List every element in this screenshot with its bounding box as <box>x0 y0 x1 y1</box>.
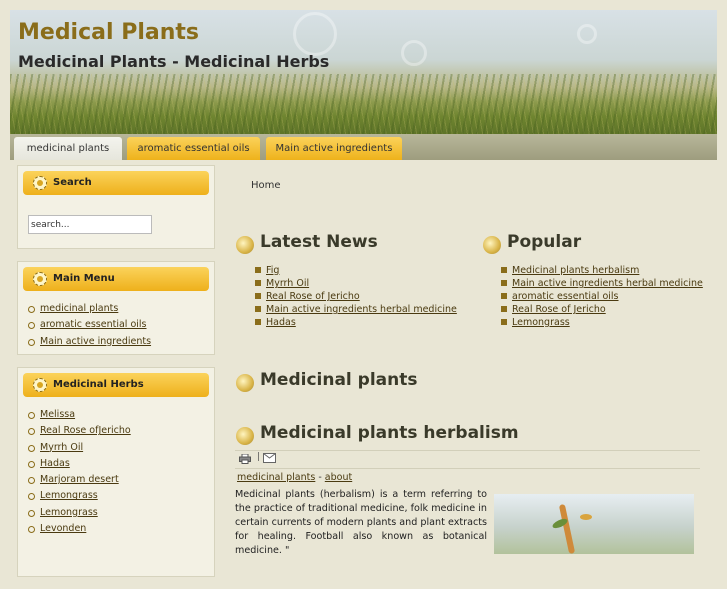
tab-medicinal-plants[interactable]: medicinal plants <box>14 137 122 160</box>
article-heading: Medicinal plants herbalism <box>234 423 519 445</box>
tab-main-active-ingredients[interactable]: Main active ingredients <box>266 137 402 160</box>
list-item: Medicinal plants herbalism <box>500 264 703 277</box>
herb-link[interactable]: Hadas <box>40 458 70 469</box>
list-item: Real Rose of Jericho <box>254 290 457 303</box>
top-navigation: medicinal plants aromatic essential oils… <box>10 134 717 160</box>
menu-link-aromatic-essential-oils[interactable]: aromatic essential oils <box>40 319 147 330</box>
decorative-circle <box>401 40 427 66</box>
breadcrumb: Home <box>251 180 281 191</box>
herb-link[interactable]: Real Rose ofJericho <box>40 425 131 436</box>
search-module-title: Search <box>23 171 209 195</box>
herb-link[interactable]: Lemongrass <box>40 507 98 518</box>
email-icon[interactable] <box>263 453 276 463</box>
section-title[interactable]: Medicinal plants <box>260 370 417 390</box>
popular-heading: Popular <box>481 232 582 254</box>
popular-list: Medicinal plants herbalism Main active i… <box>500 264 703 329</box>
meta-separator: - <box>315 472 325 483</box>
tab-aromatic-essential-oils[interactable]: aromatic essential oils <box>127 137 260 160</box>
main-menu-module: Main Menu medicinal plants aromatic esse… <box>17 261 215 355</box>
news-link[interactable]: Hadas <box>266 317 296 328</box>
article-meta: medicinal plants - about <box>237 472 352 483</box>
popular-title: Popular <box>507 232 582 252</box>
article-image <box>494 494 694 554</box>
plant-stem-shape <box>558 503 576 554</box>
popular-link[interactable]: Real Rose of Jericho <box>512 304 606 315</box>
article-body: Medicinal plants (herbalism) is a term r… <box>235 489 487 556</box>
list-item: Real Rose of Jericho <box>500 303 703 316</box>
list-item: Lemongrass <box>500 316 703 329</box>
main-menu-list: medicinal plants aromatic essential oils… <box>18 301 214 350</box>
print-icon[interactable] <box>239 454 251 464</box>
herb-link[interactable]: Marjoram desert <box>40 474 119 485</box>
site-header: Medical Plants Medicinal Plants - Medici… <box>10 10 717 134</box>
pebble-icon <box>483 236 501 254</box>
medicinal-herbs-title: Medicinal Herbs <box>23 373 209 397</box>
popular-link[interactable]: Main active ingredients herbal medicine <box>512 278 703 289</box>
site-slogan: Medicinal Plants - Medicinal Herbs <box>18 52 330 71</box>
list-item: medicinal plants <box>28 301 214 317</box>
news-link[interactable]: Real Rose of Jericho <box>266 291 360 302</box>
list-item: Myrrh Oil <box>254 277 457 290</box>
list-item: Main active ingredients herbal medicine <box>500 277 703 290</box>
latest-news-heading: Latest News <box>234 232 378 254</box>
medicinal-herbs-module: Medicinal Herbs Melissa Real Rose ofJeri… <box>17 367 215 577</box>
site-title[interactable]: Medical Plants <box>18 20 199 45</box>
medicinal-herbs-label: Medicinal Herbs <box>53 379 144 390</box>
list-item: Real Rose ofJericho <box>28 423 214 439</box>
plant-leaf-shape <box>580 514 592 520</box>
pebble-icon <box>236 374 254 392</box>
menu-link-main-active-ingredients[interactable]: Main active ingredients <box>40 336 151 347</box>
medicinal-herbs-list: Melissa Real Rose ofJericho Myrrh Oil Ha… <box>18 407 214 537</box>
article-toolbar: | <box>235 450 700 469</box>
list-item: Levonden <box>28 521 214 537</box>
list-item: Myrrh Oil <box>28 440 214 456</box>
herb-link[interactable]: Myrrh Oil <box>40 442 83 453</box>
list-item: Main active ingredients herbal medicine <box>254 303 457 316</box>
latest-news-list: Fig Myrrh Oil Real Rose of Jericho Main … <box>254 264 457 329</box>
menu-link-medicinal-plants[interactable]: medicinal plants <box>40 303 118 314</box>
article-title[interactable]: Medicinal plants herbalism <box>260 423 519 443</box>
news-link[interactable]: Fig <box>266 265 279 276</box>
popular-link[interactable]: Medicinal plants herbalism <box>512 265 639 276</box>
herb-link[interactable]: Levonden <box>40 523 86 534</box>
list-item: Lemongrass <box>28 488 214 504</box>
list-item: Hadas <box>254 316 457 329</box>
decorative-circle <box>577 24 597 44</box>
list-item: aromatic essential oils <box>28 317 214 333</box>
header-grass-image <box>10 74 717 134</box>
herb-link[interactable]: Lemongrass <box>40 490 98 501</box>
left-sidebar: Search Main Menu medicinal plants aromat… <box>17 165 215 589</box>
main-menu-label: Main Menu <box>53 273 115 284</box>
list-item: Hadas <box>28 456 214 472</box>
list-item: Fig <box>254 264 457 277</box>
flower-icon <box>33 272 47 286</box>
news-link[interactable]: Main active ingredients herbal medicine <box>266 304 457 315</box>
breadcrumb-home[interactable]: Home <box>251 180 281 191</box>
herb-link[interactable]: Melissa <box>40 409 75 420</box>
flower-icon <box>33 176 47 190</box>
main-menu-title: Main Menu <box>23 267 209 291</box>
section-heading: Medicinal plants <box>234 370 417 392</box>
popular-link[interactable]: aromatic essential oils <box>512 291 619 302</box>
pebble-icon <box>236 236 254 254</box>
search-module: Search <box>17 165 215 249</box>
article-category-link[interactable]: medicinal plants <box>237 472 315 483</box>
popular-link[interactable]: Lemongrass <box>512 317 570 328</box>
search-module-label: Search <box>53 177 92 188</box>
search-input[interactable] <box>28 215 152 234</box>
list-item: Melissa <box>28 407 214 423</box>
pebble-icon <box>236 427 254 445</box>
article-section-link[interactable]: about <box>325 472 352 483</box>
toolbar-separator: | <box>257 452 261 462</box>
news-link[interactable]: Myrrh Oil <box>266 278 309 289</box>
list-item: Lemongrass <box>28 505 214 521</box>
latest-news-title: Latest News <box>260 232 378 252</box>
list-item: Marjoram desert <box>28 472 214 488</box>
decorative-circle <box>293 12 337 56</box>
list-item: aromatic essential oils <box>500 290 703 303</box>
flower-icon <box>33 378 47 392</box>
list-item: Main active ingredients <box>28 334 214 350</box>
